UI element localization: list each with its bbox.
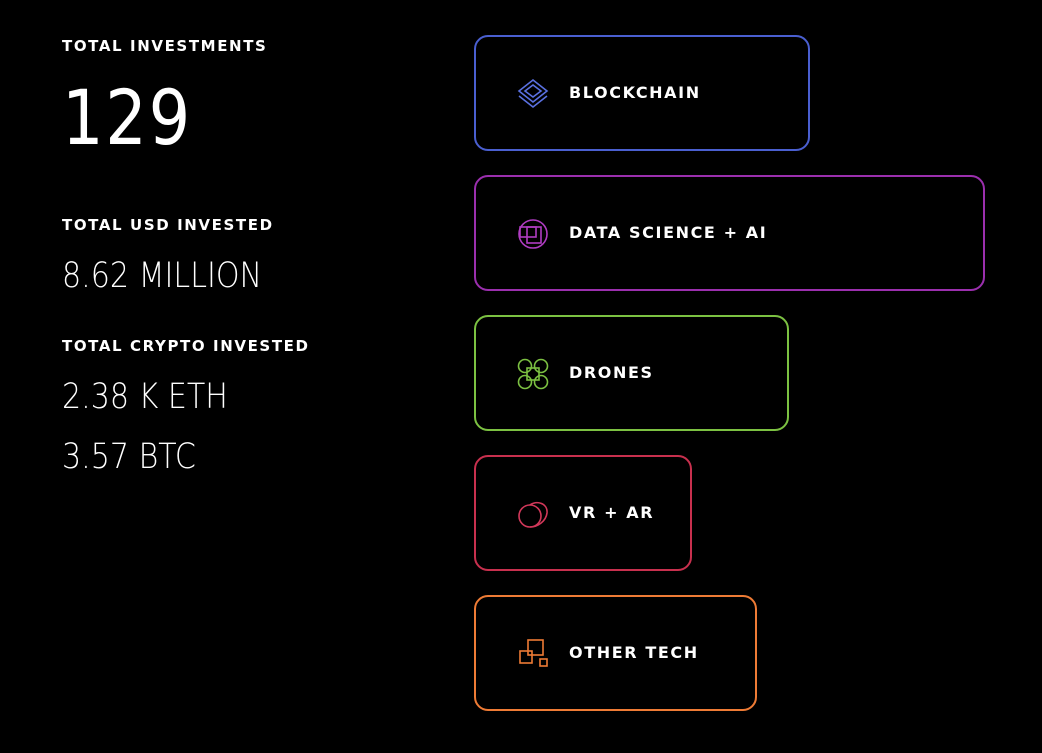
other-tech-icon <box>516 637 550 671</box>
total-usd-label: TOTAL USD INVESTED <box>62 216 274 234</box>
sector-label: DRONES <box>569 363 654 382</box>
blockchain-layers-icon <box>516 77 550 111</box>
sector-label: VR + AR <box>569 503 655 522</box>
total-usd-value: 8.62 MILLION <box>62 256 263 296</box>
sector-label: DATA SCIENCE + AI <box>569 223 768 242</box>
sector-card-blockchain[interactable]: BLOCKCHAIN <box>474 35 810 151</box>
data-science-icon <box>516 217 550 251</box>
total-investments-value: 129 <box>62 73 192 162</box>
sector-card-vr-ar[interactable]: VR + AR <box>474 455 692 571</box>
drone-icon <box>516 357 550 391</box>
sector-card-data-science-ai[interactable]: DATA SCIENCE + AI <box>474 175 985 291</box>
sector-card-other-tech[interactable]: OTHER TECH <box>474 595 757 711</box>
total-crypto-eth-value: 2.38 K ETH <box>62 377 228 417</box>
sector-label: OTHER TECH <box>569 643 699 662</box>
total-crypto-label: TOTAL CRYPTO INVESTED <box>62 337 310 355</box>
vr-ar-icon <box>516 497 550 531</box>
sector-card-drones[interactable]: DRONES <box>474 315 789 431</box>
total-investments-label: TOTAL INVESTMENTS <box>62 37 268 55</box>
total-crypto-btc-value: 3.57 BTC <box>62 437 196 477</box>
sector-label: BLOCKCHAIN <box>569 83 701 102</box>
